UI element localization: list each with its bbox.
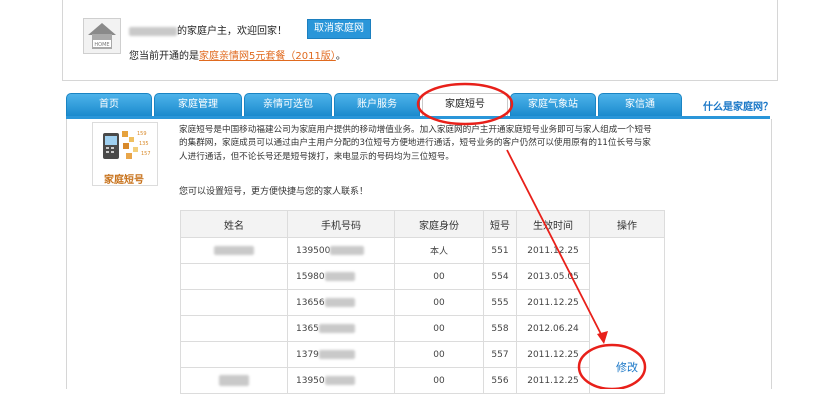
date-cell: 2012.06.24 xyxy=(516,315,590,342)
name-cell xyxy=(180,263,288,290)
tab-family-short-number[interactable]: 家庭短号 xyxy=(422,93,508,117)
blurred-name xyxy=(214,245,254,255)
phone-prefix: 13950 xyxy=(296,375,325,386)
name-cell xyxy=(180,367,288,394)
plan-suffix: 。 xyxy=(335,51,346,62)
service-description: 家庭短号是中国移动福建公司为家庭用户提供的移动增值业务。加入家庭网的户主开通家庭… xyxy=(179,125,652,162)
tab-home[interactable]: 首页 xyxy=(66,93,152,116)
tab-family-messaging[interactable]: 家信通 xyxy=(598,93,682,116)
short-number-cell: 558 xyxy=(483,315,517,342)
role-cell: 00 xyxy=(394,263,484,290)
col-name: 姓名 xyxy=(180,210,288,238)
home-icon: HOME xyxy=(83,18,121,54)
plan-link[interactable]: 家庭亲情网5元套餐（2011版） xyxy=(199,51,336,62)
phone-prefix: 139500 xyxy=(296,245,331,256)
phone-cell: 15980 xyxy=(287,263,395,290)
col-action: 操作 xyxy=(589,210,665,238)
blurred-phone-suffix xyxy=(318,323,355,333)
date-cell: 2011.12.25 xyxy=(516,237,590,264)
welcome-message: 的家庭户主，欢迎回家！ xyxy=(129,22,287,37)
help-link[interactable]: 什么是家庭网？ xyxy=(703,98,773,113)
date-cell: 2013.05.05 xyxy=(516,263,590,290)
role-cell: 00 xyxy=(394,289,484,316)
svg-text:157: 157 xyxy=(141,151,151,157)
tab-optional-package[interactable]: 亲情可选包 xyxy=(244,93,332,116)
role-cell: 00 xyxy=(394,341,484,368)
home-icon-label: HOME xyxy=(94,42,109,48)
service-logo-caption: 家庭短号 xyxy=(104,175,144,186)
col-phone: 手机号码 xyxy=(287,210,395,238)
short-number-cell: 554 xyxy=(483,263,517,290)
current-plan: 您当前开通的是家庭亲情网5元套餐（2011版）。 xyxy=(129,47,346,62)
date-cell: 2011.12.25 xyxy=(516,367,590,394)
name-cell xyxy=(180,289,288,316)
svg-text:135: 135 xyxy=(139,141,149,147)
plan-prefix: 您当前开通的是 xyxy=(129,51,199,62)
role-cell: 00 xyxy=(394,315,484,342)
phone-cell: 13656 xyxy=(287,289,395,316)
blurred-phone-suffix xyxy=(318,349,355,359)
role-cell: 00 xyxy=(394,367,484,394)
tab-family-weather[interactable]: 家庭气象站 xyxy=(510,93,596,116)
blurred-phone-suffix xyxy=(330,245,365,255)
welcome-panel: HOME 的家庭户主，欢迎回家！ 取消家庭网 您当前开通的是家庭亲情网5元套餐（… xyxy=(62,0,778,81)
blurred-name xyxy=(219,375,249,386)
short-number-cell: 556 xyxy=(483,367,517,394)
name-cell xyxy=(180,341,288,368)
table-row: 139500 本人 551 2011.12.25 修改 xyxy=(180,237,665,394)
phone-prefix: 15980 xyxy=(296,271,325,282)
phone-prefix: 1379 xyxy=(296,349,319,360)
welcome-suffix: 的家庭户主，欢迎回家！ xyxy=(177,26,287,37)
role-cell: 本人 xyxy=(394,237,484,264)
blurred-phone-suffix xyxy=(324,375,355,385)
svg-text:159: 159 xyxy=(137,131,147,137)
phone-cell: 139500 xyxy=(287,237,395,264)
col-short-number: 短号 xyxy=(483,210,517,238)
family-members-table: 姓名 手机号码 家庭身份 短号 生效时间 操作 139500 本人 551 20… xyxy=(180,210,665,394)
cancel-family-network-button[interactable]: 取消家庭网 xyxy=(307,19,371,39)
name-cell xyxy=(180,237,288,264)
edit-link[interactable]: 修改 xyxy=(616,361,638,374)
invite-text: 您可以设置短号，更方便快捷与您的家人联系！ xyxy=(179,187,369,197)
phone-cell: 1365 xyxy=(287,315,395,342)
date-cell: 2011.12.25 xyxy=(516,289,590,316)
phone-cell: 13950 xyxy=(287,367,395,394)
phone-prefix: 13656 xyxy=(296,297,325,308)
short-number-cell: 551 xyxy=(483,237,517,264)
col-role: 家庭身份 xyxy=(394,210,484,238)
short-number-cell: 557 xyxy=(483,341,517,368)
short-number-cell: 555 xyxy=(483,289,517,316)
tab-account-service[interactable]: 账户服务 xyxy=(334,93,420,116)
blurred-phone-suffix xyxy=(324,297,355,307)
blurred-phone-suffix xyxy=(324,271,355,281)
tab-family-management[interactable]: 家庭管理 xyxy=(154,93,242,116)
name-cell xyxy=(180,315,288,342)
phone-prefix: 1365 xyxy=(296,323,319,334)
blurred-user-name xyxy=(129,26,177,36)
table-header-row: 姓名 手机号码 家庭身份 短号 生效时间 操作 xyxy=(180,210,665,238)
phone-cell: 1379 xyxy=(287,341,395,368)
action-cell: 修改 xyxy=(589,237,665,394)
date-cell: 2011.12.25 xyxy=(516,341,590,368)
col-effective-date: 生效时间 xyxy=(516,210,590,238)
